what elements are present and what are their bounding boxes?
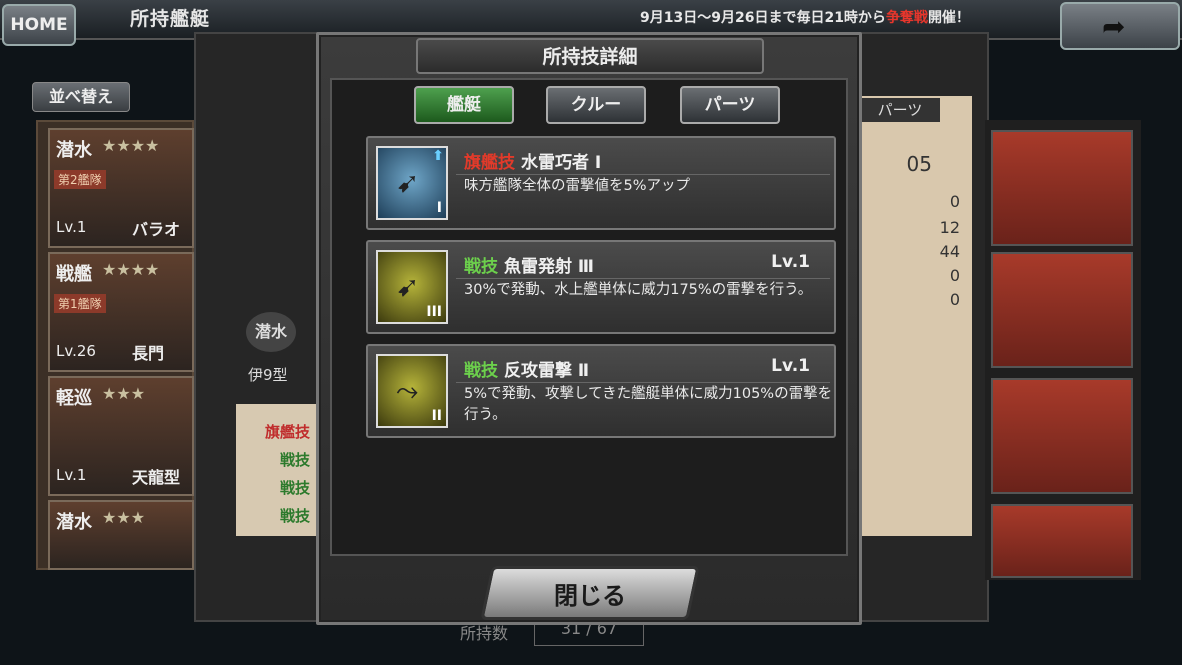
divider — [456, 174, 830, 175]
ship-card[interactable]: 軽巡 ★★★ Lv.1 天龍型 — [48, 376, 194, 496]
stat-value: 0 — [949, 290, 960, 309]
stat-value: 0 — [949, 266, 960, 285]
skill-description: 5%で発動、攻撃してきた艦艇単体に威力105%の雷撃を行う。 — [464, 386, 833, 423]
skill-header: 戦技 魚雷発射 Ⅲ — [464, 252, 594, 277]
ship-type: 潜水 — [56, 140, 92, 161]
parts-tab-label[interactable]: パーツ — [860, 98, 940, 122]
fleet-badge: 第2艦隊 — [54, 170, 106, 189]
skill-level: Lv.1 — [771, 356, 810, 376]
ship-class-name: 伊9型 — [248, 366, 288, 384]
skill-rank: III — [426, 304, 442, 320]
ship-card[interactable]: 戦艦 ★★★★ 第1艦隊 Lv.26 長門 — [48, 252, 194, 372]
ship-type: 軽巡 — [56, 388, 92, 409]
torpedo-blue-icon: ➹ ⬆ I — [376, 146, 448, 220]
notice-text: 9月13日〜9月26日まで毎日21時から — [640, 10, 886, 26]
skill-header: 旗艦技 水雷巧者 Ⅰ — [464, 148, 601, 173]
ship-thumbnail[interactable] — [991, 504, 1133, 578]
divider — [456, 382, 830, 383]
stats-panel: 05 0 12 44 0 0 — [862, 96, 972, 536]
skill-name: 反攻雷撃 Ⅱ — [504, 361, 590, 381]
back-button[interactable]: ➦ — [1060, 2, 1180, 50]
ship-thumbnail[interactable] — [991, 130, 1133, 246]
skill-header: 戦技 反攻雷撃 Ⅱ — [464, 356, 589, 381]
skill-list-item: 戦技 — [279, 507, 310, 525]
ship-thumbnail[interactable] — [991, 252, 1133, 368]
skill-entry: ⤳ II 戦技 反攻雷撃 Ⅱ Lv.1 5%で発動、攻撃してきた艦艇単体に威力10… — [366, 344, 836, 438]
event-notice: 9月13日〜9月26日まで毎日21時から争奪戦開催！ — [640, 7, 970, 27]
home-button[interactable]: HOME — [2, 4, 76, 46]
ship-type: 戦艦 — [56, 264, 92, 285]
tab-crew[interactable]: クルー — [546, 86, 646, 124]
skill-category: 戦技 — [464, 361, 498, 381]
skill-name: 魚雷発射 Ⅲ — [504, 257, 594, 277]
notice-suffix: 開催！ — [927, 10, 970, 26]
ship-level: Lv.1 — [56, 466, 87, 484]
skill-list-item: 戦技 — [279, 451, 310, 469]
stat-value: 44 — [939, 242, 960, 261]
ship-level: Lv.26 — [56, 342, 96, 360]
rarity-stars: ★★★ — [102, 508, 146, 527]
ship-type: 潜水 — [56, 512, 92, 533]
ship-name: 長門 — [132, 344, 165, 363]
skill-category: 旗艦技 — [464, 153, 515, 173]
tab-parts[interactable]: パーツ — [680, 86, 780, 124]
ship-thumbnails — [985, 120, 1141, 580]
skill-rank: I — [436, 200, 442, 216]
ship-name: 天龍型 — [132, 468, 181, 487]
ship-name: バラオ — [132, 220, 181, 239]
close-button-label[interactable]: 閉じる — [486, 576, 694, 611]
skill-category: 戦技 — [464, 257, 498, 277]
sort-button[interactable]: 並べ替え — [32, 82, 130, 112]
ship-thumbnail[interactable] — [991, 378, 1133, 494]
skill-name: 水雷巧者 Ⅰ — [521, 153, 602, 173]
skill-rank: II — [431, 408, 442, 424]
ship-card[interactable]: 潜水 ★★★★ 第2艦隊 Lv.1 バラオ — [48, 128, 194, 248]
upgrade-arrow-icon: ⬆ — [432, 148, 444, 164]
skill-description: 味方艦隊全体の雷撃値を5%アップ — [464, 178, 691, 194]
back-arrow-icon: ➦ — [1102, 10, 1126, 43]
skill-level: Lv.1 — [771, 252, 810, 272]
ship-list: 潜水 ★★★★ 第2艦隊 Lv.1 バラオ 戦艦 ★★★★ 第1艦隊 Lv.26… — [36, 120, 194, 570]
skill-description: 30%で発動、水上艦単体に威力175%の雷撃を行う。 — [464, 282, 813, 298]
ship-type-emblem: 潜水 — [246, 312, 296, 352]
torpedo-gold-icon: ➹ III — [376, 250, 448, 324]
skill-entry: ➹ ⬆ I 旗艦技 水雷巧者 Ⅰ 味方艦隊全体の雷撃値を5%アップ — [366, 136, 836, 230]
fleet-badge: 第1艦隊 — [54, 294, 106, 313]
skill-list-item: 旗艦技 — [264, 423, 310, 441]
notice-event: 争奪戦 — [885, 10, 928, 26]
modal-title: 所持技詳細 — [542, 46, 638, 68]
ship-level: Lv.1 — [56, 218, 87, 236]
rarity-stars: ★★★★ — [102, 260, 160, 279]
divider — [456, 278, 830, 279]
tab-ships[interactable]: 艦艇 — [414, 86, 514, 124]
skill-list-item: 戦技 — [279, 479, 310, 497]
stat-value: 0 — [949, 192, 960, 211]
skill-list: 旗艦技 戦技 戦技 戦技 — [236, 404, 318, 536]
page-title: 所持艦艇 — [130, 8, 211, 30]
ship-card[interactable]: 潜水 ★★★ — [48, 500, 194, 570]
skill-entry: ➹ III 戦技 魚雷発射 Ⅲ Lv.1 30%で発動、水上艦単体に威力175%の… — [366, 240, 836, 334]
rarity-stars: ★★★ — [102, 384, 146, 403]
stat-value: 05 — [906, 152, 932, 176]
counter-torpedo-icon: ⤳ II — [376, 354, 448, 428]
rarity-stars: ★★★★ — [102, 136, 160, 155]
stat-value: 12 — [939, 218, 960, 237]
